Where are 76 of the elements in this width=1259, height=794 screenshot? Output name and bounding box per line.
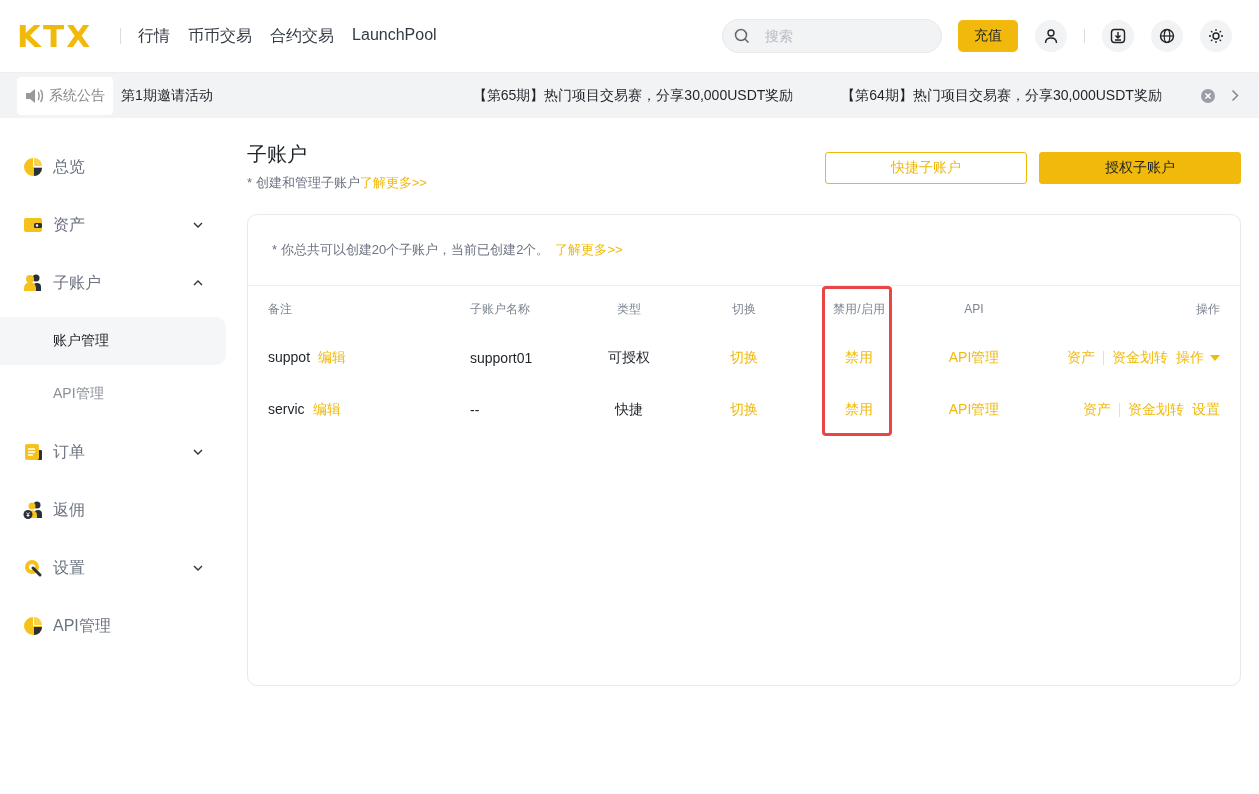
table-cell-text: -- (470, 402, 481, 418)
column-header: 子账户名称 (470, 300, 530, 318)
disable-link[interactable]: 禁用 (845, 349, 873, 367)
action-link[interactable]: 设置 (1192, 401, 1220, 419)
nav-link[interactable]: LaunchPool (352, 25, 437, 47)
api-link[interactable]: API管理 (948, 401, 1000, 419)
pie-chart-icon (23, 157, 43, 177)
users-coin-icon (23, 500, 43, 520)
pie-chart-icon (23, 616, 43, 636)
sidebar-item[interactable]: 设置 (0, 539, 239, 597)
sidebar-label: 返佣 (53, 499, 86, 520)
announcement-title: 系统公告 (49, 86, 105, 105)
nav-link[interactable]: 币币交易 (188, 25, 253, 47)
outline-button[interactable]: 快捷子账户 (825, 152, 1027, 184)
nav-link[interactable]: 行情 (138, 25, 171, 47)
sidebar-label: 总览 (53, 156, 86, 177)
sidebar-item[interactable]: 订单 (0, 423, 239, 481)
sidebar-label: 订单 (53, 441, 86, 462)
sidebar-subitem[interactable]: API管理 (0, 370, 226, 418)
speaker-icon (25, 86, 45, 105)
announcement-link[interactable]: 【第65期】热门项目交易赛，分享30,000USDT奖励 (472, 86, 794, 105)
sidebar-item[interactable]: API管理 (0, 597, 239, 655)
chevron-right-icon[interactable] (1231, 89, 1239, 102)
logo[interactable]: KTX (17, 18, 93, 54)
table-cell: 可授权 (608, 349, 650, 367)
column-header: 操作 (1196, 300, 1220, 318)
sidebar-label: API管理 (53, 615, 112, 636)
sidebar-item[interactable]: 资产 (0, 196, 239, 254)
close-icon[interactable] (1201, 88, 1215, 103)
sidebar-label: 资产 (53, 214, 86, 235)
search-field[interactable]: 搜索 (722, 19, 942, 53)
column-header: 类型 (617, 300, 641, 318)
caret-icon (1210, 355, 1220, 361)
sidebar-label: 设置 (53, 557, 86, 578)
document-icon (23, 442, 43, 462)
table-cell-text: support01 (470, 350, 534, 366)
disable-link[interactable]: 禁用 (845, 401, 873, 419)
table-cell: servic (268, 401, 305, 419)
users-icon (23, 273, 43, 293)
download-icon[interactable] (1102, 20, 1134, 52)
announcement-link[interactable]: 【第64期】热门项目交易赛，分享30,000USDT奖励 (841, 86, 1162, 105)
page-subtitle: * 创建和管理子账户 (247, 175, 360, 190)
sidebar-label: 子账户 (53, 272, 102, 293)
column-header: 切换 (732, 300, 756, 318)
api-link[interactable]: API管理 (948, 349, 1000, 367)
table-cell: 快捷 (615, 401, 643, 419)
wallet-icon (23, 215, 43, 235)
edit-link[interactable]: 编辑 (318, 349, 347, 367)
sidebar-item[interactable]: 返佣 (0, 481, 239, 539)
switch-link[interactable]: 切换 (730, 349, 758, 367)
announcement-link[interactable]: 第1期邀请活动 (121, 86, 213, 105)
user-icon[interactable] (1035, 20, 1067, 52)
gear-wrench-icon (23, 558, 43, 578)
action-link[interactable]: 资产 (1083, 401, 1111, 419)
switch-link[interactable]: 切换 (730, 401, 758, 419)
column-header: 备注 (268, 300, 292, 318)
nav-link[interactable]: 合约交易 (270, 25, 335, 47)
sidebar-item[interactable]: 子账户 (0, 254, 239, 312)
sidebar-subitem[interactable]: 账户管理 (0, 317, 226, 365)
action-link[interactable]: 资金划转 (1112, 349, 1168, 367)
column-header: 禁用/启用 (833, 300, 885, 318)
action-link[interactable]: 资产 (1067, 349, 1095, 367)
column-header: API (964, 302, 984, 316)
globe-icon[interactable] (1151, 20, 1183, 52)
sun-icon[interactable] (1200, 20, 1232, 52)
deposit-button[interactable]: 充值 (958, 20, 1018, 52)
primary-button[interactable]: 授权子账户 (1039, 152, 1241, 184)
learn-more-link[interactable]: 了解更多>> (555, 241, 623, 259)
notice-text: * 你总共可以创建20个子账户，当前已创建2个。 (272, 241, 550, 259)
learn-more-link[interactable]: 了解更多>> (359, 175, 427, 190)
action-link[interactable]: 资金划转 (1128, 401, 1184, 419)
sidebar-item[interactable]: 总览 (0, 138, 239, 196)
edit-link[interactable]: 编辑 (312, 401, 341, 419)
action-dropdown[interactable]: 操作 (1176, 349, 1220, 367)
table-cell: suppot (268, 349, 311, 367)
page-title: 子账户 (247, 142, 308, 167)
